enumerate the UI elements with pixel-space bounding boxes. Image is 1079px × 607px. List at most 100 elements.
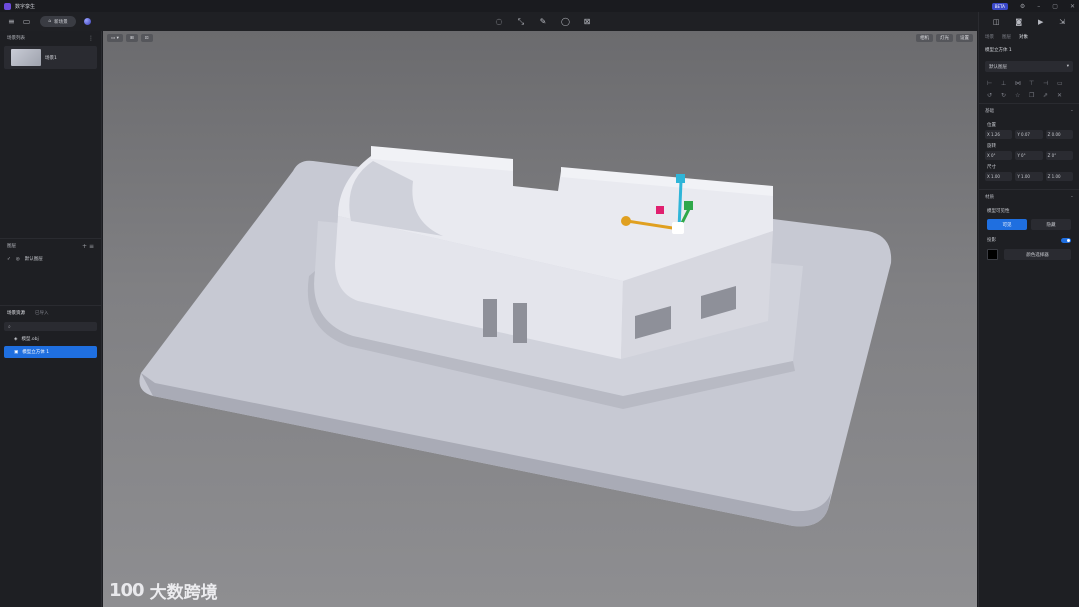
- resource-tabs: 场景资源 已导入: [0, 306, 101, 320]
- tab-scene[interactable]: 场景: [985, 34, 994, 40]
- color-picker-button[interactable]: 颜色选择器: [1004, 249, 1071, 260]
- size-y-input[interactable]: Y 1.00: [1015, 172, 1043, 181]
- tab-object[interactable]: 对象: [1019, 34, 1028, 40]
- align-middle-icon[interactable]: ⊣: [1043, 80, 1057, 87]
- gizmo-handle-y: [676, 174, 685, 183]
- tab-imported[interactable]: 已导入: [35, 310, 49, 316]
- scene-list-header: 场景列表 ⋮: [0, 31, 101, 45]
- align-center-icon[interactable]: ⊥: [1001, 80, 1015, 87]
- scene-pill[interactable]: ⌂ 新场景: [40, 16, 76, 27]
- menu-icon[interactable]: ≡: [8, 17, 15, 26]
- pen-icon[interactable]: ✎: [539, 17, 547, 26]
- rotate-icon[interactable]: ◯: [561, 17, 570, 26]
- close-icon[interactable]: ✕: [1070, 3, 1075, 10]
- visibility-label: 模型可见性: [987, 209, 1010, 214]
- align-top-icon[interactable]: ⊤: [1029, 80, 1043, 87]
- right-panel-icons: ◫ ◙ ▶ ⇲: [979, 12, 1079, 31]
- eye-icon[interactable]: ◎: [16, 257, 20, 262]
- layers-icon[interactable]: ◫: [993, 18, 1000, 26]
- tab-scene-resources[interactable]: 场景资源: [7, 310, 25, 316]
- scene-card[interactable]: 场景1: [4, 46, 97, 69]
- maximize-icon[interactable]: ▢: [1052, 3, 1058, 10]
- size-fields: X 1.00 Y 1.00 Z 1.00: [979, 172, 1079, 181]
- viewport-top-left-tools: ▭ ▾ ⊞ ⊡: [107, 34, 153, 42]
- watermark-logo: 100: [109, 580, 145, 601]
- grid-icon[interactable]: ⊞: [125, 34, 138, 42]
- settings-button[interactable]: 设置: [956, 34, 973, 42]
- rotation-x-input[interactable]: X 0°: [985, 151, 1013, 160]
- color-swatch[interactable]: [987, 249, 998, 260]
- layer-row[interactable]: ✓ ◎ 默认图层: [0, 253, 101, 265]
- search-icon: ⌕: [8, 323, 11, 330]
- delete-icon[interactable]: ✕: [1057, 92, 1071, 99]
- video-icon[interactable]: ▶: [1038, 18, 1043, 26]
- camera-icon[interactable]: ◙: [1015, 18, 1022, 26]
- scene-list-title: 场景列表: [7, 36, 25, 41]
- gizmo-handle-x: [621, 216, 631, 226]
- more-icon[interactable]: ⋮: [88, 35, 94, 42]
- layer-select[interactable]: 默认图层 ▾: [985, 61, 1073, 72]
- color-row: 颜色选择器: [979, 247, 1079, 262]
- title-bar: 数字孪生 BETA ⚙ – ▢ ✕: [0, 0, 1079, 12]
- door-right: [513, 303, 527, 343]
- lightbulb-icon[interactable]: ◌: [495, 17, 503, 26]
- size-label: 尺寸: [987, 165, 996, 170]
- collapse-icon[interactable]: –: [1071, 109, 1073, 114]
- view-mode-button[interactable]: ▭ ▾: [107, 34, 123, 42]
- tree-item[interactable]: ◈ 模型.obj: [4, 333, 97, 345]
- 3d-viewport[interactable]: ▭ ▾ ⊞ ⊡ 相机 灯光 设置 100 大数跨境: [103, 31, 977, 607]
- gizmo-plane: [656, 206, 664, 214]
- size-x-input[interactable]: X 1.00: [985, 172, 1013, 181]
- position-y-input[interactable]: Y 0.07: [1015, 130, 1043, 139]
- copy-icon[interactable]: ❐: [1029, 92, 1043, 99]
- minimize-icon[interactable]: –: [1037, 3, 1040, 10]
- gizmo-center: [672, 222, 684, 234]
- model-icon: ◈: [14, 336, 18, 342]
- redo-icon[interactable]: ↻: [1001, 92, 1015, 99]
- add-layer-icon[interactable]: + ≡: [82, 243, 94, 250]
- export-icon[interactable]: ⇲: [1059, 18, 1065, 26]
- scale-icon[interactable]: ⊠: [583, 17, 591, 26]
- light-button[interactable]: 灯光: [936, 34, 953, 42]
- basic-section[interactable]: 基础 –: [979, 104, 1079, 118]
- visible-button[interactable]: 可见: [987, 219, 1027, 230]
- star-icon[interactable]: ☆: [1015, 92, 1029, 99]
- size-z-input[interactable]: Z 1.00: [1045, 172, 1073, 181]
- position-z-input[interactable]: Z 0.00: [1045, 130, 1073, 139]
- share-icon[interactable]: ⇗: [1043, 92, 1057, 99]
- snap-icon[interactable]: ⊡: [140, 34, 153, 42]
- scene-render[interactable]: [103, 31, 977, 607]
- hidden-button[interactable]: 隐藏: [1031, 219, 1071, 230]
- tree-item-label: 模型立方体 1: [22, 350, 50, 355]
- align-bottom-icon[interactable]: ▭: [1057, 80, 1071, 87]
- search-input[interactable]: ⌕: [4, 322, 97, 331]
- shadow-toggle[interactable]: [1061, 237, 1071, 243]
- window-controls: BETA ⚙ – ▢ ✕: [991, 0, 1075, 12]
- align-right-icon[interactable]: ⋈: [1015, 80, 1029, 87]
- layers-header: 图层 + ≡: [0, 239, 101, 253]
- collapse-icon[interactable]: –: [1071, 195, 1073, 200]
- position-x-input[interactable]: X 1.26: [985, 130, 1013, 139]
- material-section[interactable]: 材质 –: [979, 190, 1079, 204]
- shadow-row: 投影: [979, 233, 1079, 247]
- camera-button[interactable]: 相机: [916, 34, 933, 42]
- rotation-y-input[interactable]: Y 0°: [1015, 151, 1043, 160]
- position-fields: X 1.26 Y 0.07 Z 0.00: [979, 130, 1079, 139]
- sphere-icon[interactable]: [83, 18, 91, 25]
- undo-icon[interactable]: ↺: [987, 92, 1001, 99]
- settings-icon[interactable]: ⚙: [1020, 3, 1025, 10]
- rotation-z-input[interactable]: Z 0°: [1045, 151, 1073, 160]
- visibility-buttons: 可见 隐藏: [979, 216, 1079, 233]
- file-icon[interactable]: ▭: [23, 17, 31, 26]
- right-panel: ◫ ◙ ▶ ⇲ 场景 图层 对象 模型立方体 1 默认图层 ▾ ⊢ ⊥ ⋈ ⊤ …: [978, 12, 1079, 607]
- tree-item-selected[interactable]: ▣ 模型立方体 1: [4, 346, 97, 358]
- left-panel: 场景列表 ⋮ 场景1 图层 + ≡ ✓ ◎ 默认图层 场景资源 已导入 ⌕ ◈ …: [0, 31, 102, 607]
- watermark-text: 大数跨境: [149, 583, 218, 603]
- tab-layer[interactable]: 图层: [1002, 34, 1011, 40]
- chevron-down-icon: ▾: [1066, 64, 1069, 69]
- position-label: 位置: [987, 123, 996, 128]
- gizmo-axis-y: [677, 180, 683, 230]
- toolbar: ≡ ▭ ⌂ 新场景 ◌ ⤡ ✎ ◯ ⊠: [0, 12, 978, 31]
- move-icon[interactable]: ⤡: [517, 17, 525, 27]
- align-left-icon[interactable]: ⊢: [987, 80, 1001, 87]
